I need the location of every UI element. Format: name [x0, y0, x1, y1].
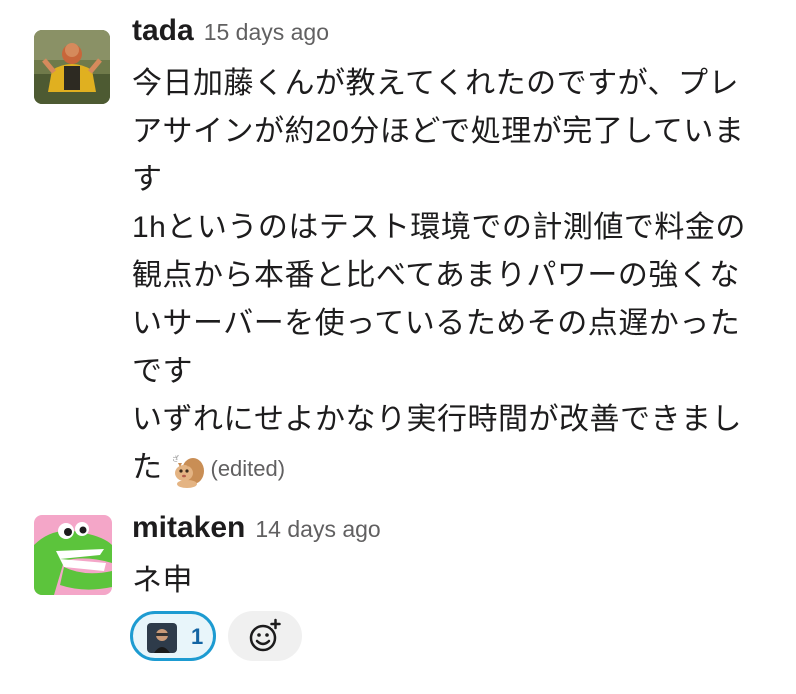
message-line: です	[132, 355, 193, 388]
message-line: す	[132, 163, 163, 196]
message-line: 今日加藤くんが教えてくれたのですが、プレ	[132, 67, 739, 100]
reaction-count: 1	[191, 624, 204, 649]
add-emoji-icon	[249, 618, 281, 652]
add-reaction-button[interactable]	[228, 611, 302, 661]
message-line: いサーバーを使っているためその点遅かった	[132, 307, 741, 340]
timestamp[interactable]: 14 days ago	[255, 516, 380, 542]
username[interactable]: tada	[132, 14, 194, 47]
message-body: ネ申	[132, 557, 792, 605]
message-line: ネ申	[132, 564, 193, 597]
svg-text:ざ: ざ	[172, 454, 180, 463]
message-line: 1hというのはテスト環境での計測値で料金の	[132, 211, 746, 244]
squirrel-emoji-icon[interactable]: ざ	[167, 449, 207, 489]
message-header: mitaken 14 days ago	[132, 511, 381, 555]
avatar[interactable]	[34, 30, 110, 104]
edited-label: (edited)	[210, 456, 286, 482]
message-line: アサインが約20分ほどで処理が完了していま	[132, 115, 745, 148]
avatar-image	[34, 30, 110, 104]
username[interactable]: mitaken	[132, 511, 245, 544]
message-feed: tada 15 days ago 今日加藤くんが教えてくれたのですが、プレ アサイ…	[0, 0, 796, 694]
message-body: 今日加藤くんが教えてくれたのですが、プレ アサインが約20分ほどで処理が完了して…	[132, 60, 792, 493]
reaction-pill[interactable]: 1	[130, 611, 216, 661]
timestamp[interactable]: 15 days ago	[204, 19, 329, 45]
person-photo-emoji-icon	[147, 623, 177, 653]
message-line: 観点から本番と比べてあまりパワーの強くな	[132, 259, 740, 292]
avatar[interactable]	[34, 515, 112, 595]
message-header: tada 15 days ago	[132, 14, 329, 58]
message-line-last: た ざ (edited)	[132, 444, 792, 493]
message-line: いずれにせよかなり実行時間が改善できまし	[132, 403, 742, 436]
avatar-image	[34, 515, 112, 595]
message-line-text: た	[132, 451, 163, 484]
